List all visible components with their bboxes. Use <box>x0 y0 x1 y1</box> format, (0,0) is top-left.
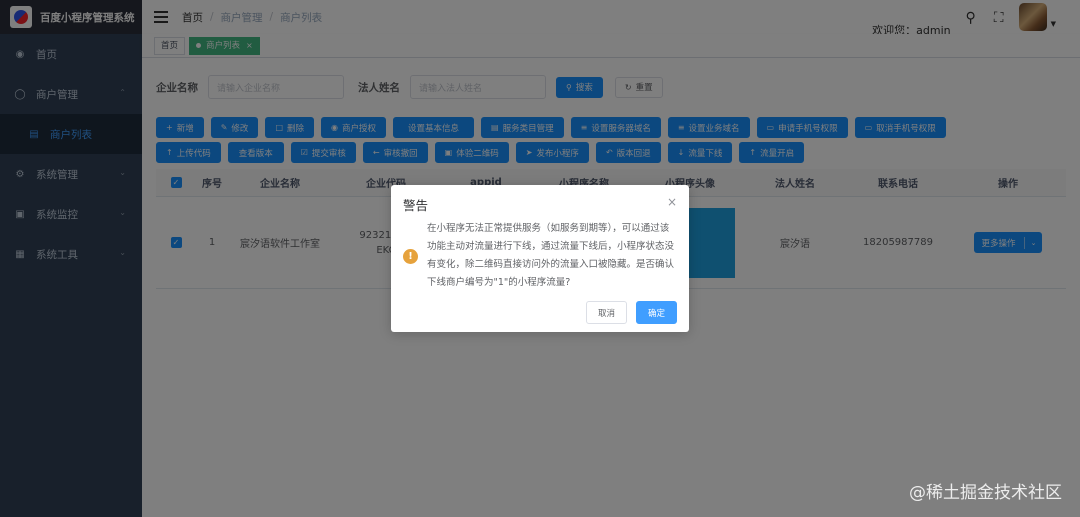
confirm-button[interactable]: 确定 <box>635 301 677 324</box>
close-icon[interactable]: × <box>667 195 677 209</box>
dialog-message: 在小程序无法正常提供服务（如服务到期等），可以通过该功能主动对流量进行下线，通过… <box>427 223 675 288</box>
warning-icon: ! <box>403 249 418 264</box>
warning-dialog: 警告 × ! 在小程序无法正常提供服务（如服务到期等），可以通过该功能主动对流量… <box>391 185 689 332</box>
watermark: @稀土掘金技术社区 <box>909 483 1062 503</box>
dialog-title: 警告 <box>403 198 429 213</box>
cancel-button[interactable]: 取消 <box>585 301 627 324</box>
dialog-buttons: 取消 确定 <box>585 301 677 324</box>
